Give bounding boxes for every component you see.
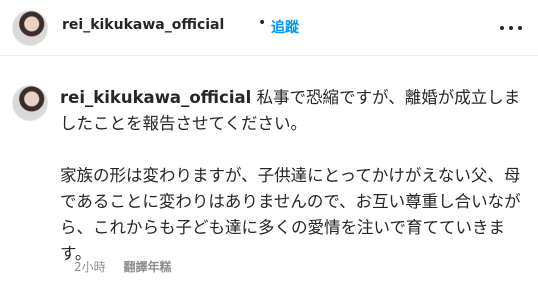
header-username[interactable]: rei_kikukawa_official <box>62 17 224 33</box>
timestamp[interactable]: 2小時 <box>74 260 106 274</box>
caption-paragraph-1: rei_kikukawa_official 私事で恐縮ですが、離婚が成立しました… <box>60 85 530 137</box>
follow-button[interactable]: 追蹤 <box>271 17 299 37</box>
caption-avatar[interactable] <box>12 85 48 121</box>
profile-avatar[interactable] <box>12 10 48 46</box>
post-meta: 2小時 翻譯年糕 <box>74 258 171 275</box>
separator-dot: • <box>258 15 267 31</box>
post-header: rei_kikukawa_official • 追蹤 <box>0 0 538 56</box>
caption-username[interactable]: rei_kikukawa_official <box>60 88 251 107</box>
more-options-icon[interactable] <box>496 18 526 38</box>
translate-button[interactable]: 翻譯年糕 <box>123 260 171 274</box>
caption-paragraph-2: 家族の形は変わりますが、子供達にとってかけがえない父、母であることに変わりはあり… <box>60 166 521 263</box>
post-caption: rei_kikukawa_official 私事で恐縮ですが、離婚が成立しました… <box>60 85 530 267</box>
